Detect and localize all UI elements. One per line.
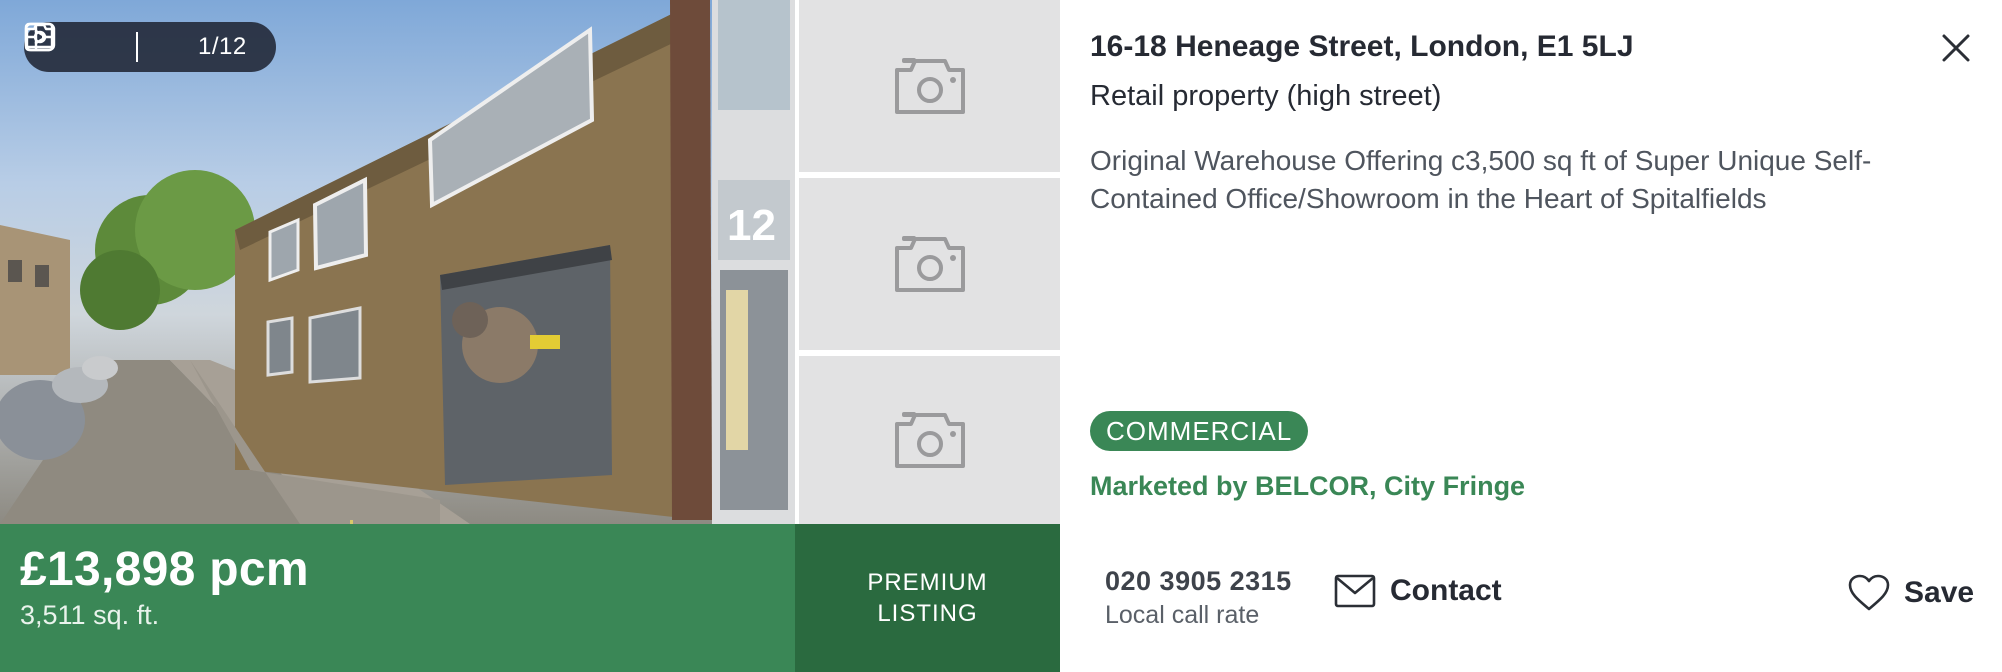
property-address[interactable]: 16-18 Heneage Street, London, E1 5LJ: [1090, 30, 1634, 64]
phone-number[interactable]: 020 3905 2315: [1105, 566, 1292, 597]
save-button[interactable]: Save: [1848, 574, 1974, 612]
price-amount: £13,898 pcm: [20, 543, 309, 596]
premium-line-2: LISTING: [877, 600, 978, 627]
thumbnail-placeholder[interactable]: [799, 356, 1060, 524]
premium-line-1: PREMIUM: [867, 569, 988, 596]
price-bar: £13,898 pcm 3,511 sq. ft.: [0, 524, 795, 672]
save-label: Save: [1904, 576, 1975, 609]
marketed-by-link[interactable]: Marketed by BELCOR, City Fringe: [1090, 471, 1525, 502]
street-photo-illustration: 12: [0, 0, 795, 524]
thumbnail-placeholder[interactable]: [799, 0, 1060, 172]
contact-label: Contact: [1390, 574, 1502, 607]
thumbnail-column: [799, 0, 1060, 524]
close-icon: [1942, 34, 1970, 62]
property-description: Original Warehouse Offering c3,500 sq ft…: [1090, 145, 1872, 214]
camera-icon[interactable]: [25, 23, 188, 64]
property-size: 3,511 sq. ft.: [20, 600, 160, 630]
listing-details: 16-18 Heneage Street, London, E1 5LJ Ret…: [1060, 0, 2002, 672]
video-icon[interactable]: [24, 22, 120, 64]
camera-icon: [894, 236, 965, 292]
toolbar-divider: [136, 32, 138, 62]
svg-text:12: 12: [727, 201, 776, 250]
close-button[interactable]: [1936, 28, 1976, 68]
contact-button[interactable]: Contact: [1334, 574, 1502, 608]
thumbnail-placeholder[interactable]: [799, 178, 1060, 350]
envelope-icon: [1334, 574, 1376, 608]
camera-icon: [894, 412, 965, 468]
property-listing-card: 12 1/12 £13,898 pcm 3,511 sq. ft. PREMIU…: [0, 0, 2002, 672]
heart-icon: [1848, 574, 1890, 611]
call-rate-label: Local call rate: [1105, 601, 1260, 629]
property-type: Retail property (high street): [1090, 80, 1442, 112]
camera-icon: [894, 58, 965, 114]
commercial-badge: COMMERCIAL: [1090, 411, 1309, 451]
photo-counter: 1/12: [198, 33, 247, 60]
main-property-photo[interactable]: 12 1/12: [0, 0, 795, 524]
media-toolbar: 1/12: [24, 22, 276, 72]
premium-listing-badge: PREMIUM LISTING: [795, 524, 1060, 672]
